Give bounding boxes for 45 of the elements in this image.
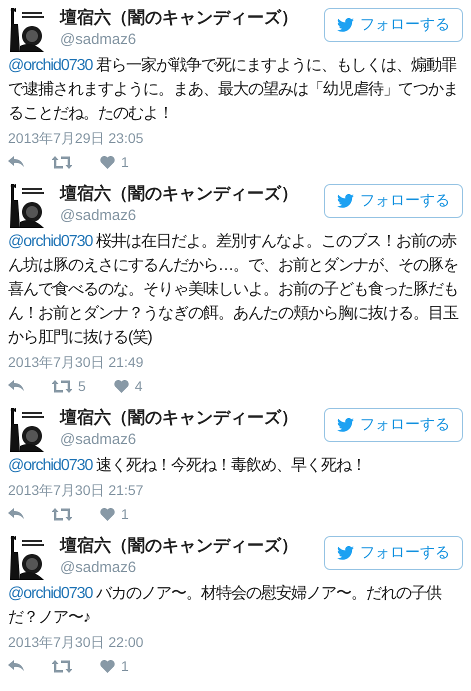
retweet-count: 5 — [78, 376, 86, 396]
tweet-date[interactable]: 2013年7月30日 21:57 — [8, 480, 463, 500]
retweet-icon[interactable] — [52, 660, 72, 672]
author-handle: @sadmaz6 — [60, 558, 138, 578]
tweet-text: @orchid0730 バカのノア〜。材特会の慰安婦ノア〜。だれの子供だ？ノア〜♪ — [8, 584, 442, 628]
author-handle: @sadmaz6 — [60, 206, 138, 226]
reply-icon[interactable] — [8, 156, 24, 168]
follow-button[interactable]: フォローする — [324, 184, 463, 218]
bird-icon — [337, 18, 354, 32]
reply-icon[interactable] — [8, 508, 24, 520]
reply-icon[interactable] — [8, 380, 24, 392]
tweet-text: @orchid0730 速く死ね！今死ね！毒飲め、早く死ね！ — [8, 456, 367, 476]
retweet-icon[interactable] — [52, 508, 72, 520]
bird-icon — [337, 546, 354, 560]
mention-link[interactable]: @orchid0730 — [8, 457, 92, 474]
tweet-date[interactable]: 2013年7月30日 22:00 — [8, 632, 463, 652]
follow-button[interactable]: フォローする — [324, 408, 463, 442]
bird-icon — [337, 418, 354, 432]
author-handle: @sadmaz6 — [60, 30, 138, 50]
tweet-text: @orchid0730 桜井は在日だよ。差別すんなよ。このブス！お前の赤ん坊は豚のえさにするんだから…。で、お前とダンナが、その豚を喜んで食べるのな。そりゃ美味しいよ。お前の子ども食った豚だもん！お前とダンナ？うなぎの餌。あんたの頬から胸に抜ける。目玉から肛門に抜ける(笑) — [8, 232, 460, 348]
author-name: 壇宿六（闇のキャンディーズ） — [60, 7, 299, 29]
heart-icon[interactable] — [100, 508, 115, 520]
author-name: 壇宿六（闇のキャンディーズ） — [60, 535, 299, 557]
follow-button[interactable]: フォローする — [324, 8, 463, 42]
author-name: 壇宿六（闇のキャンディーズ） — [60, 407, 299, 429]
retweet-icon[interactable] — [52, 156, 72, 168]
heart-icon[interactable] — [100, 660, 115, 672]
reply-icon[interactable] — [8, 660, 24, 672]
heart-icon[interactable] — [100, 156, 115, 168]
heart-icon[interactable] — [114, 380, 129, 392]
mention-link[interactable]: @orchid0730 — [8, 57, 92, 74]
mention-link[interactable]: @orchid0730 — [8, 585, 92, 602]
tweet-date[interactable]: 2013年7月30日 21:49 — [8, 352, 463, 372]
author-handle: @sadmaz6 — [60, 430, 138, 450]
like-count: 1 — [121, 656, 129, 676]
author-name: 壇宿六（闇のキャンディーズ） — [60, 183, 299, 205]
follow-button[interactable]: フォローする — [324, 536, 463, 570]
bird-icon — [337, 194, 354, 208]
like-count: 4 — [134, 376, 143, 396]
retweet-icon[interactable] — [52, 380, 72, 392]
tweet-date[interactable]: 2013年7月29日 23:05 — [8, 128, 463, 148]
tweet-text: @orchid0730 君ら一家が戦争で死にますように、もしくは、煽動罪で逮捕されますように。まあ、最大の望みは「幼児虐待」てつかまることだね。たのむよ！ — [8, 56, 459, 124]
like-count: 1 — [121, 504, 129, 524]
like-count: 1 — [121, 152, 129, 172]
mention-link[interactable]: @orchid0730 — [8, 233, 92, 250]
